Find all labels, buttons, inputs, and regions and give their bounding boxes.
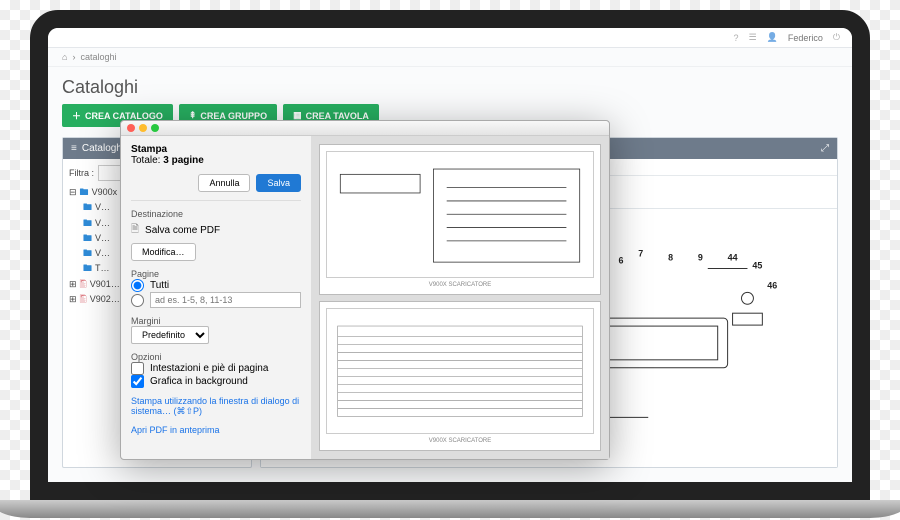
- svg-text:9: 9: [698, 253, 703, 263]
- breadcrumb-current[interactable]: cataloghi: [80, 52, 116, 62]
- expand-icon[interactable]: ⤢: [821, 143, 829, 154]
- top-bar: ? ☰ 👤 Federico ⏻: [48, 28, 852, 48]
- svg-text:7: 7: [638, 249, 643, 259]
- max-dot-icon[interactable]: [151, 124, 159, 132]
- filter-label: Filtra :: [69, 168, 94, 178]
- pages-all-radio[interactable]: Tutti: [131, 279, 301, 292]
- folder-icon: 🖿: [83, 216, 92, 231]
- folder-icon: 🖿: [80, 185, 89, 200]
- svg-text:46: 46: [767, 280, 777, 290]
- change-destination-button[interactable]: Modifica…: [131, 243, 196, 261]
- breadcrumb: ⌂ › cataloghi: [48, 48, 852, 67]
- pages-range-input[interactable]: [150, 292, 301, 308]
- svg-text:45: 45: [752, 261, 762, 271]
- file-icon: 🖺: [80, 292, 87, 307]
- folder-icon: 🖿: [83, 246, 92, 261]
- cancel-button[interactable]: Annulla: [198, 174, 250, 192]
- preview-page: V900X SCARICATORE: [319, 144, 601, 295]
- destination-value: Salva come PDF: [145, 225, 220, 236]
- print-preview[interactable]: V900X SCARICATORE V900X SCARICATORE: [311, 136, 609, 459]
- user-icon[interactable]: 👤: [767, 32, 778, 43]
- plus-icon: ＋: [72, 109, 81, 122]
- save-pdf-button[interactable]: Salva: [256, 174, 301, 192]
- folder-icon: 🖿: [83, 261, 92, 276]
- pages-range-radio[interactable]: [131, 292, 301, 308]
- catalog-panel-title: Cataloghi: [82, 143, 124, 154]
- preview-page: V900X SCARICATORE: [319, 301, 601, 452]
- power-icon[interactable]: ⏻: [833, 32, 840, 43]
- print-dialog: Stampa Totale: 3 pagine Annulla Salva De…: [120, 120, 610, 460]
- system-dialog-link[interactable]: Stampa utilizzando la finestra di dialog…: [131, 396, 301, 417]
- min-dot-icon[interactable]: [139, 124, 147, 132]
- svg-text:8: 8: [668, 253, 673, 263]
- plus-icon: ⊞: [69, 292, 77, 307]
- pdf-icon: 🗎: [131, 222, 139, 239]
- user-name[interactable]: Federico: [788, 33, 823, 43]
- svg-text:6: 6: [618, 256, 623, 266]
- minus-icon: ⊟: [69, 185, 77, 200]
- folder-icon: 🖿: [83, 231, 92, 246]
- close-dot-icon[interactable]: [127, 124, 135, 132]
- help-icon[interactable]: ?: [734, 33, 739, 43]
- layers-icon[interactable]: ☰: [749, 32, 757, 43]
- open-preview-link[interactable]: Apri PDF in anteprima: [131, 425, 301, 435]
- background-checkbox[interactable]: Grafica in background: [131, 375, 301, 388]
- page-title: Cataloghi: [48, 67, 852, 104]
- margins-select[interactable]: Predefinito: [131, 326, 209, 344]
- plus-icon: ⊞: [69, 277, 77, 292]
- headers-checkbox[interactable]: Intestazioni e piè di pagina: [131, 362, 301, 375]
- folder-icon: 🖿: [83, 200, 92, 215]
- list-icon: ≡: [71, 143, 77, 154]
- file-icon: 🖺: [80, 277, 87, 292]
- home-icon[interactable]: ⌂: [62, 52, 67, 62]
- print-title: Stampa: [131, 144, 301, 155]
- svg-text:44: 44: [728, 253, 738, 263]
- print-dialog-titlebar[interactable]: [121, 121, 609, 136]
